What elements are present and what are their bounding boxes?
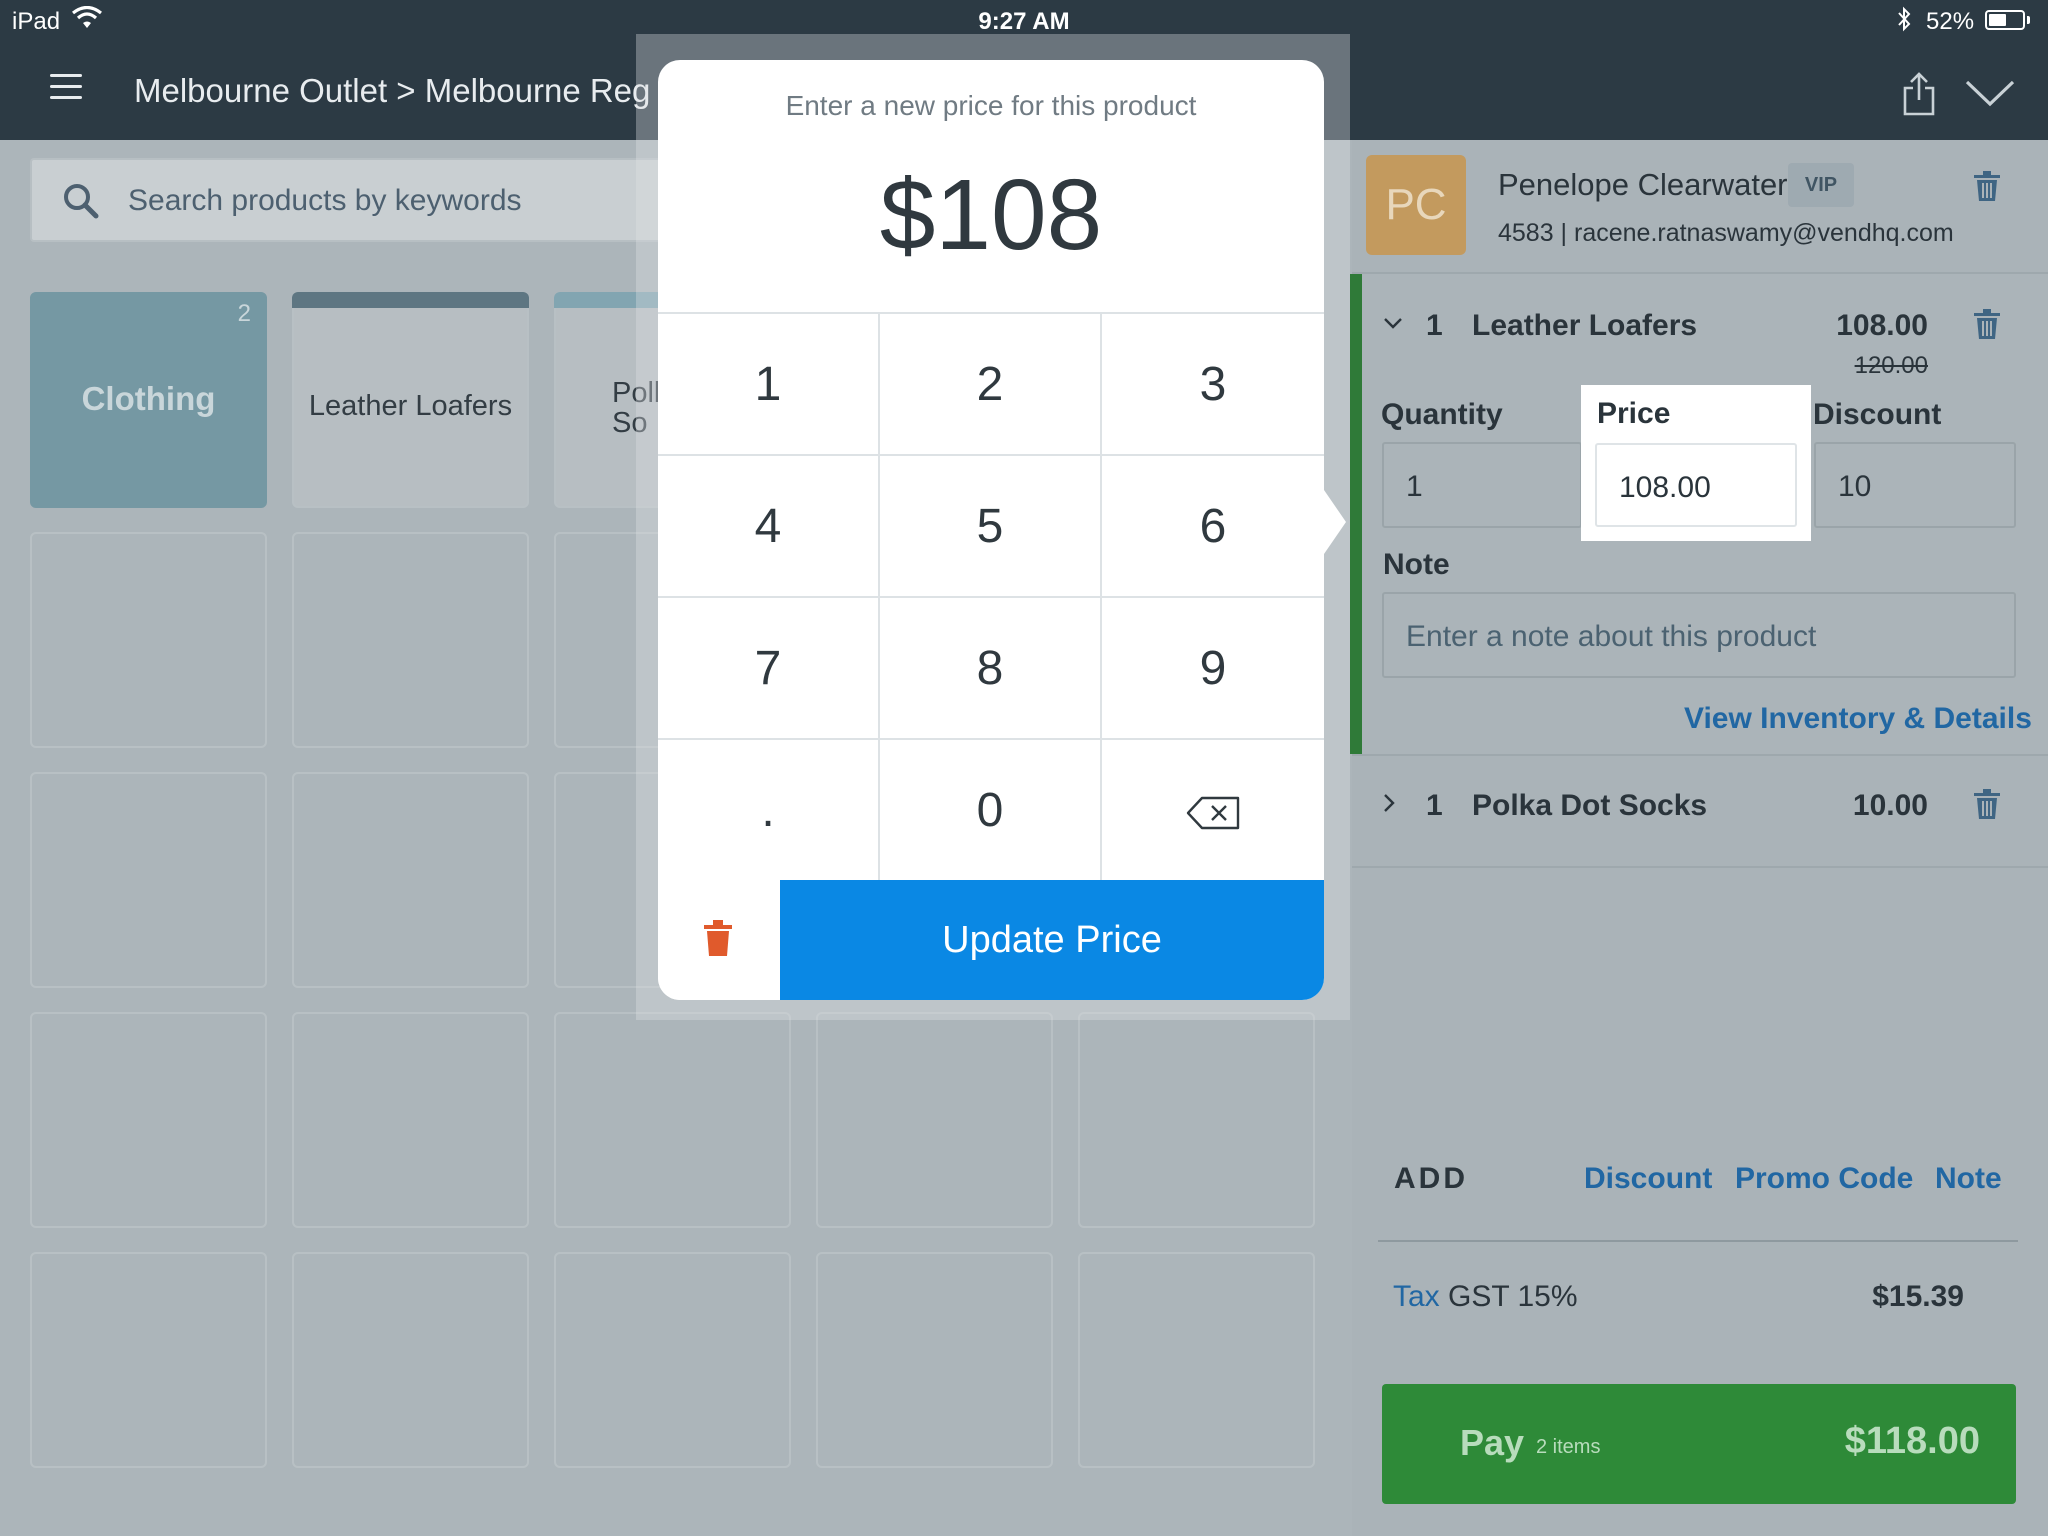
price-label: Price (1597, 397, 1671, 430)
key-decimal[interactable]: . (658, 740, 880, 882)
battery-nub (2027, 16, 2030, 24)
trash-icon (704, 920, 732, 956)
battery-level (1989, 14, 2006, 26)
empty-tile[interactable] (292, 1252, 529, 1468)
customer-name[interactable]: Penelope Clearwater (1498, 167, 1788, 203)
divider (1378, 1240, 2018, 1242)
empty-tile[interactable] (292, 532, 529, 748)
pay-label: Pay (1460, 1422, 1525, 1463)
line-item-accent (1350, 274, 1362, 754)
chevron-down-icon[interactable] (1964, 78, 2016, 108)
tax-link[interactable]: Tax (1393, 1280, 1440, 1313)
price-field-highlight: Price 108.00 (1581, 385, 1811, 541)
key-1[interactable]: 1 (658, 314, 880, 456)
tile-leather-loafers[interactable]: Leather Loafers (292, 292, 529, 508)
tile-clothing[interactable]: 2 Clothing (30, 292, 267, 508)
battery-icon (1985, 10, 2025, 30)
quantity-label: Quantity (1381, 398, 1503, 431)
line-item-price: 10.00 (1852, 789, 1928, 822)
add-discount-link[interactable]: Discount (1584, 1162, 1712, 1196)
view-inventory-link[interactable]: View Inventory & Details (1684, 702, 2032, 736)
price-popover: Enter a new price for this product $108 … (658, 60, 1324, 1000)
backspace-key[interactable] (1102, 740, 1324, 882)
customer-info: 4583 | racene.ratnaswamy@vendhq.com (1498, 219, 1954, 247)
chevron-right-icon[interactable] (1378, 792, 1400, 814)
key-2[interactable]: 2 (880, 314, 1102, 456)
key-4[interactable]: 4 (658, 456, 880, 598)
key-3[interactable]: 3 (1102, 314, 1324, 456)
divider (1352, 754, 2048, 756)
empty-tile[interactable] (30, 1252, 267, 1468)
discount-field[interactable]: 10 (1814, 442, 2016, 528)
add-label: ADD (1394, 1162, 1468, 1195)
vip-badge: VIP (1788, 163, 1854, 207)
pay-amount: $118.00 (1844, 1420, 1980, 1462)
add-note-link[interactable]: Note (1935, 1162, 2002, 1196)
empty-tile[interactable] (816, 1012, 1053, 1228)
key-7[interactable]: 7 (658, 598, 880, 740)
key-5[interactable]: 5 (880, 456, 1102, 598)
chevron-down-icon[interactable] (1382, 312, 1404, 334)
price-field[interactable]: 108.00 (1595, 443, 1797, 527)
add-promo-code-link[interactable]: Promo Code (1735, 1162, 1913, 1196)
empty-tile[interactable] (30, 772, 267, 988)
discount-label: Discount (1813, 398, 1942, 431)
empty-tile[interactable] (30, 1012, 267, 1228)
backspace-icon (1186, 797, 1240, 830)
pay-button[interactable]: Pay 2 items $118.00 (1382, 1384, 2016, 1504)
empty-tile[interactable] (816, 1252, 1053, 1468)
update-price-button[interactable]: Update Price (780, 880, 1324, 1000)
quantity-field[interactable]: 1 (1382, 442, 1582, 528)
breadcrumb[interactable]: Melbourne Outlet > Melbourne Reg (134, 72, 650, 110)
tile-label: Clothing (81, 380, 216, 417)
price-prompt: Enter a new price for this product (785, 90, 1197, 121)
key-0[interactable]: 0 (880, 740, 1102, 882)
share-icon[interactable] (1902, 72, 1936, 116)
tile-count: 2 (237, 300, 251, 327)
line-item-original-price: 120.00 (1854, 352, 1928, 379)
note-field[interactable]: Enter a note about this product (1382, 592, 2016, 678)
key-9[interactable]: 9 (1102, 598, 1324, 740)
line-item-qty: 1 (1426, 309, 1443, 342)
empty-tile[interactable] (554, 1252, 791, 1468)
empty-tile[interactable] (292, 1012, 529, 1228)
clear-price-button[interactable] (658, 880, 780, 1000)
remove-line-trash-icon[interactable] (1974, 789, 2000, 819)
keypad: 1 2 3 4 5 6 7 8 9 . 0 (658, 312, 1324, 882)
key-6[interactable]: 6 (1102, 456, 1324, 598)
battery-percent: 52% (1926, 8, 1975, 35)
line-item-price: 108.00 (1836, 309, 1928, 342)
pay-item-count: 2 items (1536, 1436, 1601, 1458)
empty-tile[interactable] (292, 772, 529, 988)
tax-row: Tax GST 15% (1393, 1280, 1578, 1314)
empty-tile[interactable] (1078, 1252, 1315, 1468)
search-icon (62, 182, 100, 220)
divider (1352, 866, 2048, 868)
empty-tile[interactable] (1078, 1012, 1315, 1228)
bluetooth-icon (1896, 6, 1912, 39)
remove-line-trash-icon[interactable] (1974, 309, 2000, 339)
line-item-qty: 1 (1426, 789, 1443, 822)
line-item-name[interactable]: Leather Loafers (1472, 309, 1697, 343)
empty-tile[interactable] (554, 1012, 791, 1228)
tile-label: Leather Loafers (308, 390, 513, 422)
empty-tile[interactable] (30, 532, 267, 748)
tax-value: $15.39 (1872, 1280, 1964, 1313)
popover-arrow (1324, 490, 1346, 554)
tax-name: GST 15% (1448, 1280, 1578, 1313)
clock: 9:27 AM (978, 8, 1070, 35)
note-label: Note (1383, 548, 1450, 581)
tile-color-bar (292, 292, 529, 308)
line-item-name[interactable]: Polka Dot Socks (1472, 789, 1707, 823)
menu-icon[interactable] (50, 74, 82, 100)
search-placeholder: Search products by keywords (128, 184, 522, 217)
remove-customer-trash-icon[interactable] (1974, 171, 2000, 201)
customer-avatar: PC (1366, 155, 1466, 255)
price-display: $108 (879, 159, 1103, 271)
key-8[interactable]: 8 (880, 598, 1102, 740)
